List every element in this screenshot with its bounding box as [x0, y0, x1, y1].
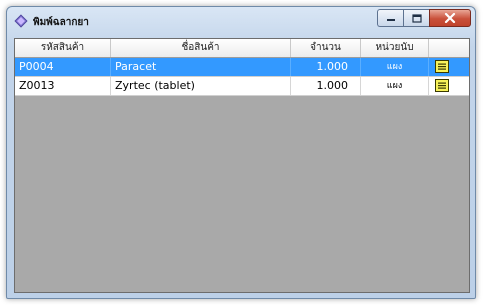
title-bar[interactable]: พิมพ์ฉลากยา — [7, 7, 475, 34]
cell-qty[interactable]: 1.000 — [291, 58, 361, 76]
app-icon — [14, 14, 28, 28]
cell-name[interactable]: Paracet — [111, 58, 291, 76]
column-header-action — [429, 39, 455, 57]
note-icon[interactable] — [435, 79, 449, 92]
grid-header: รหัสสินค้า ชื่อสินค้า จำนวน หน่วยนับ — [15, 39, 469, 58]
cell-code[interactable]: P0004 — [15, 58, 111, 76]
cell-qty[interactable]: 1.000 — [291, 77, 361, 95]
table-row[interactable]: P0004 Paracet 1.000 แผง — [15, 58, 469, 77]
column-header-filler — [455, 39, 469, 57]
print-label-window: พิมพ์ฉลากยา รหัสสินค้า ชื่อสินค้า จำนวน … — [6, 6, 476, 299]
drug-label-grid: รหัสสินค้า ชื่อสินค้า จำนวน หน่วยนับ P00… — [14, 38, 470, 293]
cell-filler — [455, 58, 469, 76]
cell-action — [429, 77, 455, 95]
minimize-button[interactable] — [377, 9, 403, 27]
cell-unit[interactable]: แผง — [361, 58, 429, 76]
cell-filler — [455, 77, 469, 95]
column-header-qty[interactable]: จำนวน — [291, 39, 361, 57]
window-controls — [377, 9, 471, 28]
note-icon[interactable] — [435, 60, 449, 73]
window-title: พิมพ์ฉลากยา — [33, 17, 89, 28]
cell-code[interactable]: Z0013 — [15, 77, 111, 95]
column-header-code[interactable]: รหัสสินค้า — [15, 39, 111, 57]
maximize-button[interactable] — [403, 9, 429, 27]
close-icon — [444, 13, 456, 23]
cell-name[interactable]: Zyrtec (tablet) — [111, 77, 291, 95]
column-header-unit[interactable]: หน่วยนับ — [361, 39, 429, 57]
table-row[interactable]: Z0013 Zyrtec (tablet) 1.000 แผง — [15, 77, 469, 96]
minimize-icon — [386, 19, 395, 21]
maximize-icon — [411, 13, 422, 23]
close-button[interactable] — [429, 9, 471, 27]
column-header-name[interactable]: ชื่อสินค้า — [111, 39, 291, 57]
cell-action — [429, 58, 455, 76]
cell-unit[interactable]: แผง — [361, 77, 429, 95]
